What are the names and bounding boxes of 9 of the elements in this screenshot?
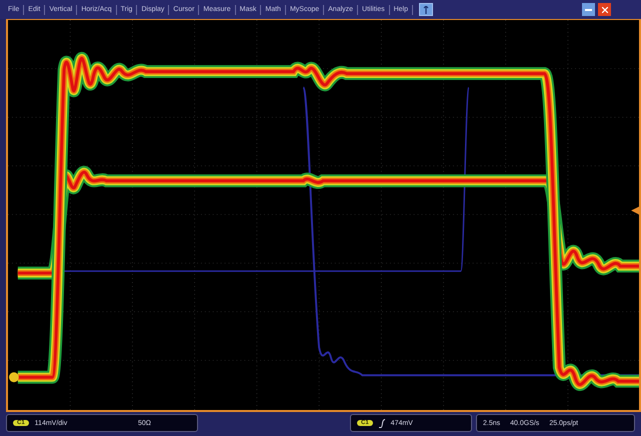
trigger-marker-icon[interactable] [631, 206, 639, 214]
minimize-icon [585, 8, 592, 10]
channel-marker-icon[interactable] [8, 372, 19, 382]
close-icon [602, 6, 608, 12]
rising-edge-icon [378, 418, 385, 428]
arrow-icon [423, 6, 430, 14]
close-button[interactable] [598, 3, 611, 16]
minimize-button[interactable] [582, 3, 595, 16]
help-button[interactable] [419, 3, 434, 16]
